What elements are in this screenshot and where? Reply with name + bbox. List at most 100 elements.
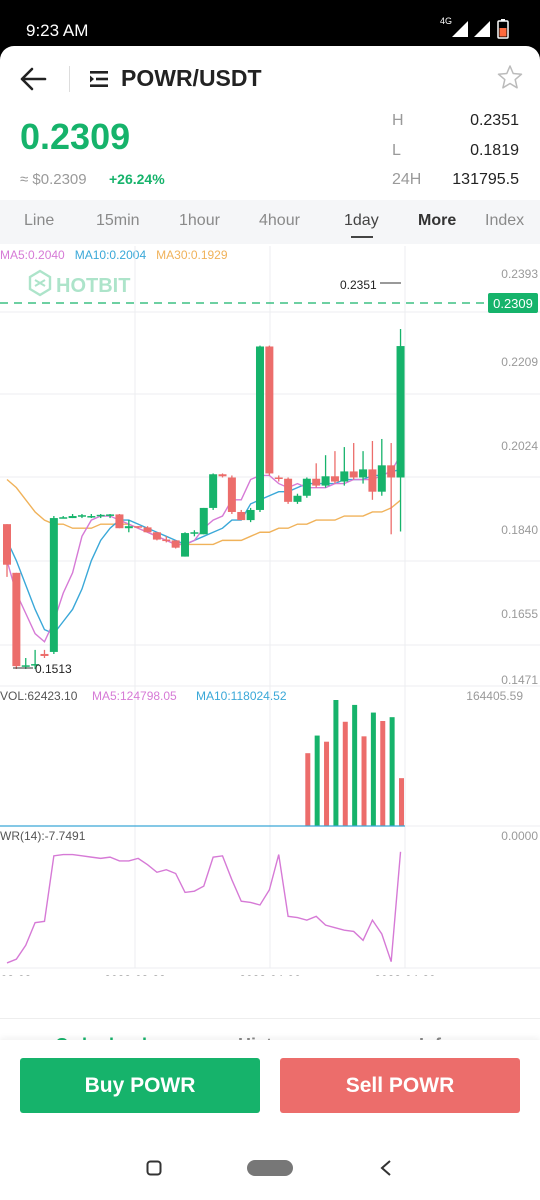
volume-bar [380,721,386,826]
candle-body [49,518,58,652]
candle [77,514,86,519]
candle-body [87,516,96,518]
candle [321,455,330,488]
ma10-line [6,469,401,635]
candle [265,345,274,476]
candle-body [227,477,236,512]
sell-button[interactable]: Sell POWR [280,1058,520,1113]
candle-body [209,474,218,508]
candle-body [387,465,396,478]
high-label: 0.2351 [340,278,377,292]
volume-label: VOL:62423.10 [0,689,78,703]
trade-button-bar: Buy POWR Sell POWR [0,1040,540,1126]
candle [59,516,68,519]
volume-bars [305,700,404,826]
candle [368,440,377,500]
candle [199,507,208,535]
ma5-line [6,454,402,643]
wr-label: WR(14):-7.7491 [0,829,86,843]
candle-body [284,478,293,502]
volume-bar [305,753,311,826]
candle-body [293,495,302,502]
volume-bar [352,704,358,826]
candle-body [255,346,264,510]
status-bar: 9:23 AM 4G [0,0,540,48]
status-time: 9:23 AM [26,21,89,40]
candle [312,463,321,488]
candle [284,477,293,504]
candle [246,507,255,523]
price-tick: 0.2024 [501,439,538,453]
candle [115,514,124,529]
vol-ma5-label: MA5:124798.05 [92,689,177,703]
candle [330,451,339,484]
system-nav-bar [0,1126,540,1200]
candle [396,329,405,532]
candle-body [152,532,161,540]
candle-body [77,515,86,517]
date-tick: 2023-03-22 [104,973,166,976]
date-tick: 2023-04-20 [374,973,436,976]
candle [152,532,161,541]
candle [68,514,77,519]
candle [349,443,358,480]
candle-body [96,514,105,517]
recent-apps-icon[interactable] [146,1160,162,1176]
candle-body [349,471,358,478]
candle [387,443,396,535]
vol-ma10-label: MA10:118024.52 [196,689,287,703]
wr-path [6,851,402,964]
candle [377,438,386,496]
candle [21,658,30,669]
candle [227,475,236,515]
candle-body [134,526,143,528]
candle-body [59,517,68,519]
candle-body [124,526,133,529]
candle-body [218,474,227,477]
hotbit-watermark: HOTBIT [28,269,130,297]
ma5-path [6,454,402,643]
price-tick: 0.1471 [501,673,538,687]
candle-body [396,346,405,478]
volume-bar [389,717,395,826]
date-tick: 2023-04-06 [239,973,301,976]
candle-body [340,471,349,482]
candle-body [171,540,180,548]
volume-bar [399,778,404,826]
candle-body [21,665,30,667]
signal-icon [452,21,468,37]
candle-body [162,539,171,542]
candlestick-chart[interactable]: HOTBIT 0.2393 0.2209 0.2024 0.1840 0.165… [0,46,540,976]
candle [87,514,96,519]
wr-max-label: 0.0000 [501,829,538,843]
wr-line [6,851,402,964]
candle-body [377,465,386,492]
date-tick: 03-08 [1,973,32,976]
candle-body [321,476,330,486]
price-tick: 0.1655 [501,607,538,621]
candle-body [368,469,377,492]
candle-body [330,476,339,482]
candle-body [68,516,77,519]
candle [181,532,190,557]
candles [3,329,405,669]
candle [49,516,58,654]
candle-body [237,511,246,521]
battery-icon [497,19,509,39]
price-tick: 0.2209 [501,355,538,369]
candle [255,345,264,512]
home-pill-icon[interactable] [247,1160,293,1176]
back-nav-icon[interactable] [379,1159,393,1177]
volume-bar [324,741,330,826]
candle-body [190,532,199,534]
candle-body [302,478,311,496]
buy-button[interactable]: Buy POWR [20,1058,260,1113]
candle-body [3,524,11,565]
price-tick: 0.1840 [501,523,538,537]
low-label: 0.1513 [35,662,72,676]
candle-body [143,527,152,533]
candle-body [246,509,255,521]
ma10-path [6,469,401,635]
candle-body [359,469,368,478]
candle [293,493,302,504]
